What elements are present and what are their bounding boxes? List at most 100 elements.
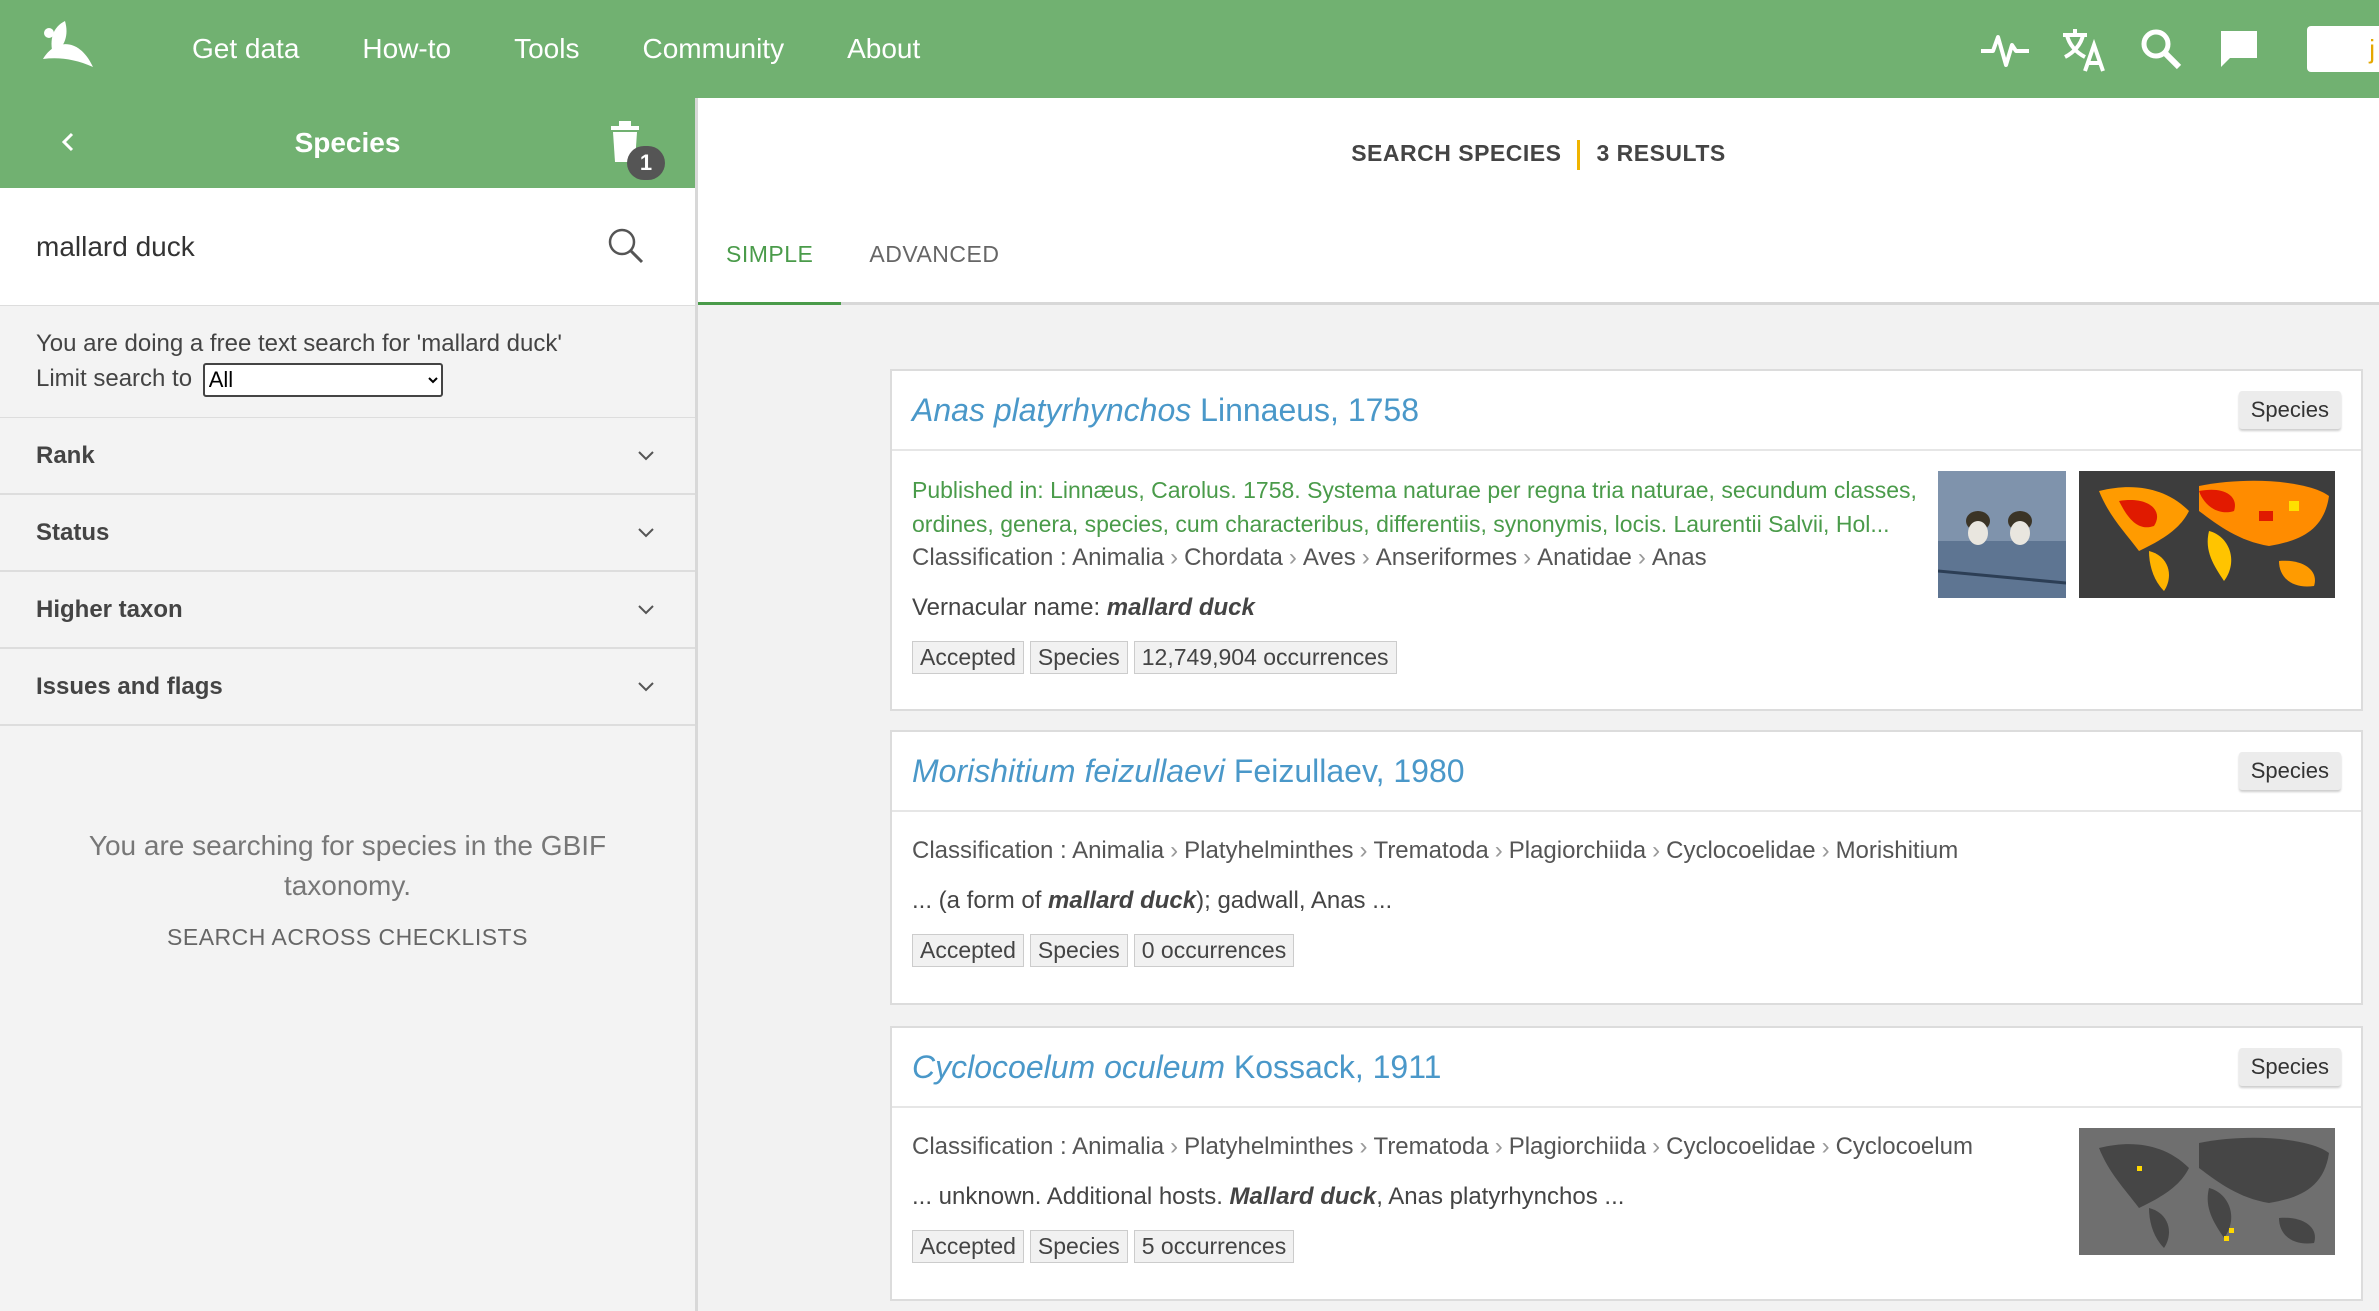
limit-search-select[interactable]: All [202,362,443,397]
authorship: Feizullaev, 1980 [1233,752,1465,789]
tab-simple[interactable]: SIMPLE [698,241,842,305]
snippet-highlight: mallard duck [1106,594,1255,621]
nav-about[interactable]: About [847,33,920,65]
taxon-trematoda[interactable]: Trematoda [1374,837,1489,864]
occurrences-tag[interactable]: 5 occurrences [1133,1230,1295,1263]
occurrences-tag[interactable]: 12,749,904 occurrences [1133,641,1397,674]
taxon-anseriformes[interactable]: Anseriformes [1376,544,1517,571]
health-pulse-icon[interactable] [1977,21,2033,77]
nav-how-to[interactable]: How-to [362,33,451,65]
taxon-cyclocoelum[interactable]: Cyclocoelum [1836,1133,1973,1160]
result-card-header: Morishitium feizullaevi Feizullaev, 1980… [892,732,2361,812]
classification-label: Classification : [912,544,1067,571]
facet-issues-and-flags[interactable]: Issues and flags [0,649,695,726]
taxon-morishitium[interactable]: Morishitium [1836,837,1959,864]
scientific-name: Cyclocoelum oculeum [912,1048,1226,1085]
gbif-logo-icon[interactable] [22,14,112,84]
facet-higher-taxon[interactable]: Higher taxon [0,572,695,649]
status-tag: Accepted [912,641,1024,674]
chevron-left-icon[interactable] [50,122,86,162]
authorship: Kossack, 1911 [1233,1048,1442,1085]
results-header: SEARCH SPECIES 3 RESULTS SIMPLE ADVANCED [698,98,2379,305]
taxon-animalia[interactable]: Animalia [1072,1133,1164,1160]
snippet-prefix: ... (a form of [912,887,1042,914]
taxon-animalia[interactable]: Animalia [1072,544,1164,571]
chevron-right-icon: › [1523,544,1532,571]
result-tags: Accepted Species 0 occurrences [912,934,2341,967]
freetext-info: You are doing a free text search for 'ma… [0,306,695,418]
chevron-right-icon: › [1361,544,1370,571]
results-title: SEARCH SPECIES 3 RESULTS [698,140,2379,170]
freetext-message: You are doing a free text search for 'ma… [36,330,562,357]
result-card: Morishitium feizullaevi Feizullaev, 1980… [890,730,2363,1005]
facet-status[interactable]: Status [0,495,695,572]
classification-label: Classification : [912,837,1067,864]
snippet-suffix: , Anas platyrhynchos ... [1376,1183,1625,1210]
result-card: Cyclocoelum oculeum Kossack, 1911 Specie… [890,1026,2363,1301]
snippet-suffix: ); gadwall, Anas ... [1196,887,1393,914]
taxon-cyclocoelidae[interactable]: Cyclocoelidae [1666,1133,1815,1160]
taxon-chordata[interactable]: Chordata [1184,544,1283,571]
search-species-heading: SEARCH SPECIES [1351,140,1562,167]
chevron-down-icon [638,681,654,691]
search-across-checklists-link[interactable]: SEARCH ACROSS CHECKLISTS [0,924,695,951]
taxon-aves[interactable]: Aves [1303,544,1356,571]
taxon-platyhelminthes[interactable]: Platyhelminthes [1184,837,1353,864]
facet-rank[interactable]: Rank [0,418,695,495]
nav-get-data[interactable]: Get data [192,33,299,65]
taxon-plagiorchiida[interactable]: Plagiorchiida [1509,1133,1646,1160]
result-card-header: Cyclocoelum oculeum Kossack, 1911 Specie… [892,1028,2361,1108]
top-icon-group: j [1955,0,2379,98]
result-title-link[interactable]: Anas platyrhynchos Linnaeus, 1758 [912,392,1419,429]
taxon-trematoda[interactable]: Trematoda [1374,1133,1489,1160]
result-card-body: Classification : Animalia › Platyhelminthe… [892,812,2361,989]
results-count: 3 RESULTS [1596,140,1726,167]
taxon-anas[interactable]: Anas [1652,544,1707,571]
limit-search-label: Limit search to [36,365,193,392]
species-search-input[interactable] [36,230,576,263]
search-icon[interactable] [606,226,646,266]
facet-label: Status [36,518,110,546]
nav-community[interactable]: Community [642,33,784,65]
result-title-link[interactable]: Morishitium feizullaevi Feizullaev, 1980 [912,753,1465,790]
filter-sidebar: Species 1 You are doing a free text sear… [0,98,698,1311]
chevron-right-icon: › [1652,837,1661,864]
translate-icon[interactable] [2055,21,2111,77]
occurrences-tag[interactable]: 0 occurrences [1133,934,1295,967]
rank-badge: Species [2238,1048,2341,1086]
search-mode-tabs: SIMPLE ADVANCED [698,241,1027,305]
tab-advanced[interactable]: ADVANCED [841,241,1027,305]
nav-tools[interactable]: Tools [514,33,579,65]
status-tag: Accepted [912,1230,1024,1263]
occurrence-map-thumbnail[interactable] [2079,1128,2335,1255]
user-menu-button[interactable]: j [2307,26,2379,72]
search-icon[interactable] [2133,21,2189,77]
species-search-row [0,188,695,306]
result-tags: Accepted Species 12,749,904 occurrences [912,641,2341,674]
heading-separator [1577,140,1581,170]
taxon-animalia[interactable]: Animalia [1072,837,1164,864]
sidebar-info-text: You are searching for species in the GBI… [88,830,607,901]
result-card: Anas platyrhynchos Linnaeus, 1758 Specie… [890,369,2363,711]
facet-label: Rank [36,441,95,469]
taxon-platyhelminthes[interactable]: Platyhelminthes [1184,1133,1353,1160]
taxon-plagiorchiida[interactable]: Plagiorchiida [1509,837,1646,864]
taxon-cyclocoelidae[interactable]: Cyclocoelidae [1666,837,1815,864]
facet-label: Higher taxon [36,595,183,623]
chevron-right-icon: › [1652,1133,1661,1160]
match-snippet: ... (a form of mallard duck); gadwall, A… [912,884,2341,918]
species-photo-thumbnail[interactable] [1938,471,2066,598]
result-card-body: Classification : Animalia › Platyhelminthe… [892,1108,2361,1285]
result-card-header: Anas platyrhynchos Linnaeus, 1758 Specie… [892,371,2361,451]
chevron-right-icon: › [1637,544,1646,571]
occurrence-map-thumbnail[interactable] [2079,471,2335,598]
chevron-right-icon: › [1170,837,1179,864]
scientific-name: Anas platyrhynchos [912,391,1192,428]
chevron-right-icon: › [1821,837,1830,864]
taxon-anatidae[interactable]: Anatidae [1537,544,1632,571]
filter-count-badge: 1 [627,146,665,180]
result-title-link[interactable]: Cyclocoelum oculeum Kossack, 1911 [912,1049,1441,1086]
chevron-right-icon: › [1494,1133,1503,1160]
feedback-comment-icon[interactable] [2211,21,2267,77]
snippet-highlight: mallard duck [1048,887,1197,914]
